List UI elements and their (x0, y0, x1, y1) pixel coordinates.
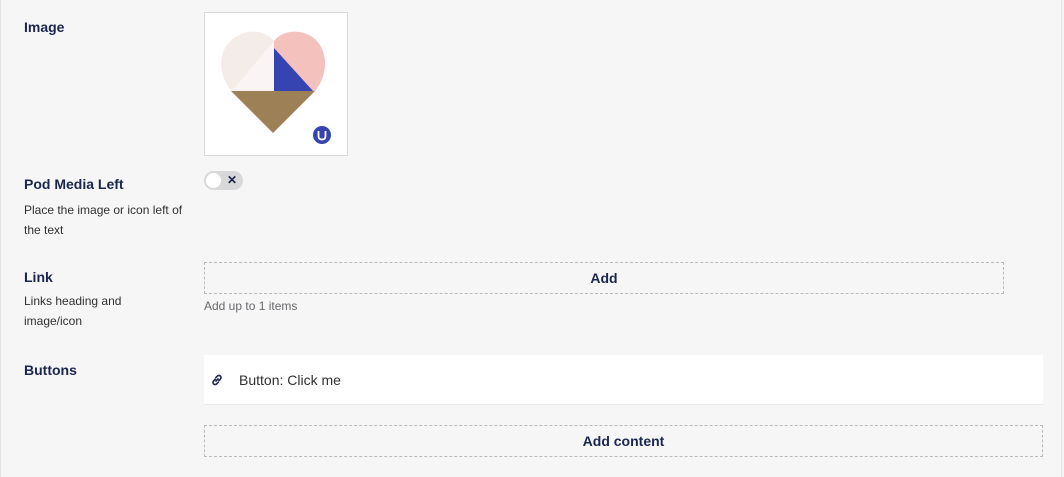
content-panel: Image Pod Media Left Place the image or … (0, 0, 1062, 477)
image-picker-thumbnail[interactable] (204, 12, 348, 156)
pod-media-left-description: Place the image or icon left of the text (24, 203, 183, 237)
link-description: Links heading and image/icon (24, 294, 122, 328)
link-label: Link (24, 269, 53, 285)
add-content-button[interactable]: Add content (204, 425, 1043, 457)
close-icon: ✕ (227, 173, 238, 187)
pod-media-left-label: Pod Media Left (24, 176, 124, 192)
button-item-label: Button: Click me (239, 371, 341, 388)
add-link-button[interactable]: Add (204, 262, 1004, 294)
image-label: Image (24, 19, 65, 35)
pod-media-left-toggle[interactable]: ✕ (204, 171, 243, 190)
toggle-knob (206, 173, 221, 188)
list-item[interactable]: Button: Click me (204, 355, 1043, 405)
heart-logo-image (221, 31, 331, 144)
link-icon (210, 373, 224, 387)
link-limit-hint: Add up to 1 items (204, 299, 298, 313)
buttons-label: Buttons (24, 362, 77, 378)
